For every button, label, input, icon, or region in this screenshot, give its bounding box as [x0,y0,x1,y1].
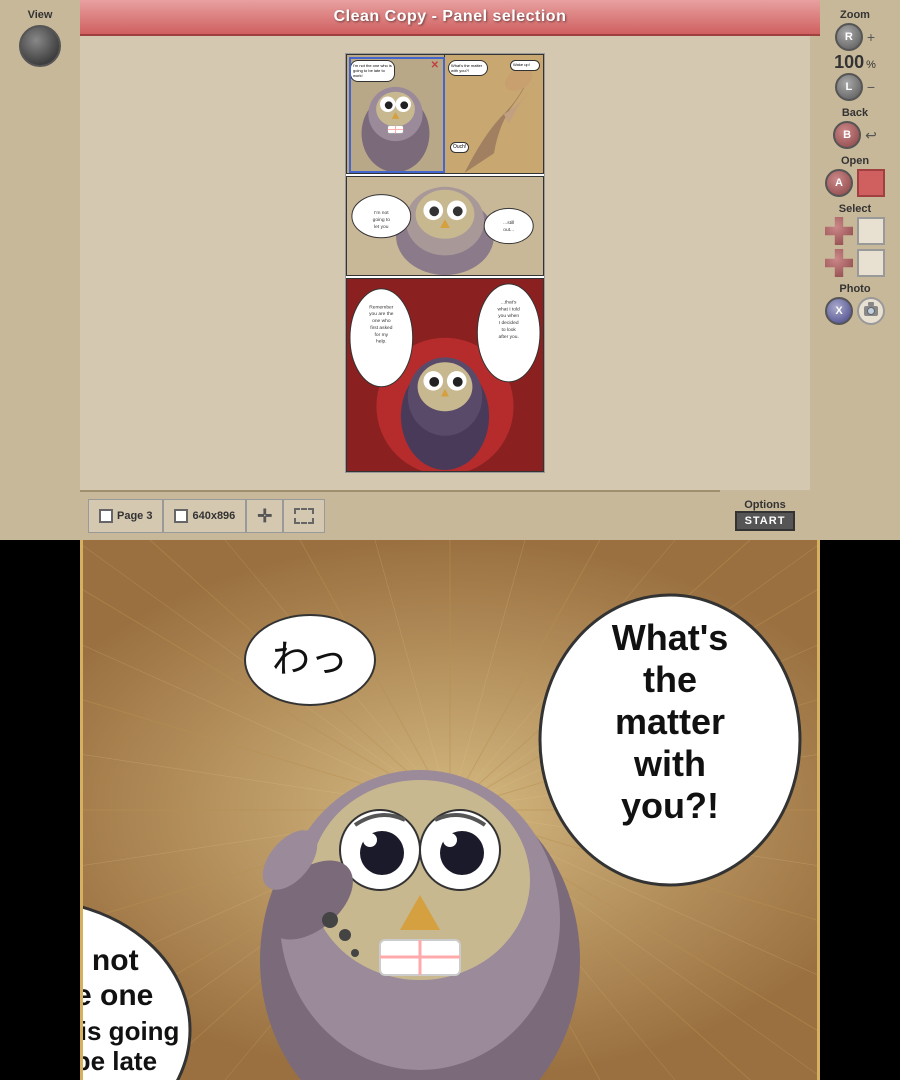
panel-mid: I'm not going to let you ...still out... [346,176,544,276]
open-icon [857,169,885,197]
size-label: 640x896 [192,510,235,522]
bubble-right-top: What's the matter with you?! [448,60,488,76]
panel-top: ✕ I'm not the one who is going to be lat… [346,54,544,174]
options-section: Options START [720,490,810,540]
back-row: B ↩ [833,121,877,149]
svg-text:わっ: わっ [272,639,348,681]
svg-text:...that's: ...that's [501,299,517,305]
zoom-percent: % [866,59,876,71]
title-text: Clean Copy - Panel selection [334,8,567,26]
view-circle[interactable] [19,25,61,67]
back-label: Back [842,107,868,119]
dotted-selection-icon [294,508,314,524]
svg-text:for my: for my [375,332,389,338]
btn-b[interactable]: B [833,121,861,149]
camera-icon [857,297,885,325]
select-square-1 [857,217,885,245]
plus-btn-1[interactable] [825,217,853,245]
svg-text:to look: to look [501,327,516,333]
page-indicator: Page 3 [88,499,163,533]
open-row: A [825,169,885,197]
photo-label: Photo [839,283,870,295]
select-square-2 [857,249,885,277]
bubble-wakeup: Wake up! [510,60,540,71]
select-indicator [283,499,325,533]
start-button[interactable]: START [735,511,796,531]
size-indicator: 640x896 [163,499,246,533]
select-section [825,217,885,277]
move-indicator: ✛ [246,499,283,533]
panel-bot-art: Remember you are the one who first asked… [347,279,543,471]
svg-text:I'm not: I'm not [374,210,389,216]
btn-l[interactable]: L [835,73,863,101]
svg-text:help.: help. [376,339,387,345]
svg-text:What's: What's [612,617,729,658]
svg-text:you when: you when [498,313,519,319]
svg-text:matter: matter [615,701,725,742]
svg-text:you?!: you?! [621,785,719,826]
svg-text:one who: one who [372,318,391,324]
svg-text:Remember: Remember [369,304,393,310]
zoom-value: 100 [834,53,864,71]
svg-text:...still: ...still [503,220,514,226]
move-icon: ✛ [257,506,272,527]
view-section: View [5,5,75,67]
radial-lines: わっ What's the matter with you?! I'm not … [0,540,900,1080]
bubble-ouch: Ouch! [450,142,469,153]
svg-text:the: the [643,659,697,700]
right-panel: Zoom R + 100 % L − Back B ↩ Open A Selec… [810,0,900,540]
svg-text:you are the: you are the [369,311,394,317]
status-bar: Page 3 640x896 ✛ [80,490,810,540]
right-bar [820,540,900,1080]
svg-text:after you.: after you. [499,334,519,340]
left-bar [0,540,80,1080]
svg-text:I decided: I decided [499,320,519,326]
select-row-1 [825,217,885,245]
page-label: Page 3 [117,510,152,522]
svg-text:let you: let you [374,224,389,230]
page-icon [99,509,113,523]
zoom-in-icon: + [867,29,875,45]
svg-text:going to: going to [373,217,391,223]
manga-page: ✕ I'm not the one who is going to be lat… [345,53,545,473]
select-row-2 [825,249,885,277]
size-icon [174,509,188,523]
btn-a[interactable]: A [825,169,853,197]
svg-text:first asked: first asked [370,325,393,331]
svg-text:what I told: what I told [498,306,521,312]
zoom-out-icon: − [867,79,875,95]
bottom-screen: わっ What's the matter with you?! I'm not … [0,540,900,1080]
top-screen: View Clean Copy - Panel selection [0,0,900,540]
zoom-label: Zoom [840,9,870,21]
left-panel-border [80,540,83,1080]
btn-x[interactable]: X [825,297,853,325]
zoom-l-row: L − [835,73,875,101]
back-arrow-icon: ↩ [865,127,877,144]
photo-row: X [825,297,885,325]
svg-text:out...: out... [503,227,514,233]
canvas-area: ✕ I'm not the one who is going to be lat… [80,36,810,490]
select-label: Select [839,203,871,215]
plus-btn-2[interactable] [825,249,853,277]
view-label: View [28,9,53,21]
title-bar: Clean Copy - Panel selection [80,0,820,36]
selection-rect [349,57,445,173]
panel-mid-art: I'm not going to let you ...still out... [347,177,543,275]
zoom-r-row: R + [835,23,875,51]
options-label: Options [744,499,786,511]
manga-closeup: わっ What's the matter with you?! I'm not … [0,540,900,1080]
panel-bot: Remember you are the one who first asked… [346,278,544,472]
open-label: Open [841,155,869,167]
svg-text:with: with [633,743,706,784]
btn-r[interactable]: R [835,23,863,51]
